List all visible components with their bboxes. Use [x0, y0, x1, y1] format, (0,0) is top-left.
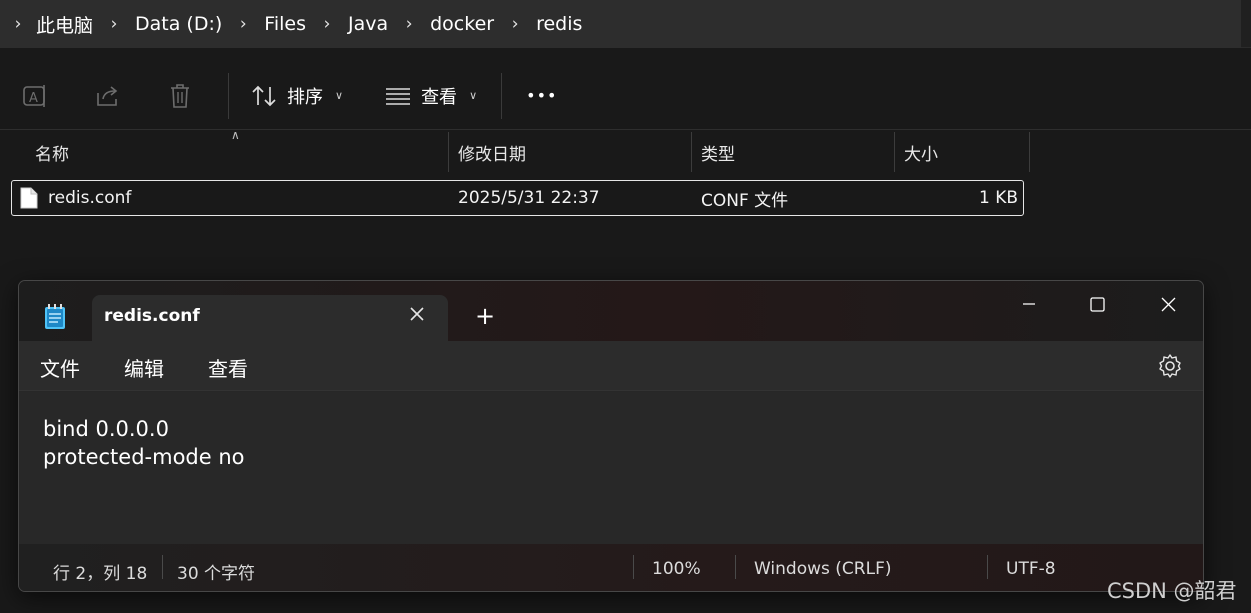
menu-bar: 文件 编辑 查看: [19, 341, 1203, 391]
column-header-row: ∧ 名称 修改日期 类型 大小: [0, 128, 1251, 172]
file-modified: 2025/5/31 22:37: [458, 188, 600, 208]
delete-icon: [171, 83, 189, 108]
sort-icon: [252, 85, 276, 106]
address-bar[interactable]: › 此电脑 › Data (D:) › Files › Java › docke…: [0, 0, 1241, 48]
column-header-type[interactable]: 类型: [701, 132, 891, 172]
gear-icon[interactable]: [1157, 353, 1183, 379]
svg-text:A: A: [29, 91, 38, 106]
file-name-cell: redis.conf: [20, 181, 131, 215]
column-header-size[interactable]: 大小: [904, 132, 1024, 172]
menu-file[interactable]: 文件: [40, 353, 80, 382]
status-divider: [633, 555, 634, 579]
column-header-label: 类型: [701, 144, 735, 165]
tab-title: redis.conf: [104, 306, 200, 326]
view-label: 查看: [421, 86, 458, 108]
chevron-down-icon: ∨: [469, 89, 478, 102]
menu-edit[interactable]: 编辑: [124, 353, 164, 382]
file-icon: [20, 187, 38, 209]
notepad-app-icon: [45, 304, 65, 329]
column-divider[interactable]: [691, 132, 692, 172]
column-header-name[interactable]: 名称: [35, 132, 445, 172]
command-bar: A 排序 ∨ 查看 ∨ •••: [0, 62, 1251, 130]
toolbar-divider: [501, 72, 503, 119]
file-name: redis.conf: [48, 188, 132, 208]
chevron-right-icon[interactable]: ›: [0, 14, 36, 34]
file-size: 1 KB: [978, 188, 1018, 208]
breadcrumb-item-data-drive[interactable]: Data (D:): [135, 13, 222, 35]
share-button[interactable]: [72, 62, 144, 130]
address-bar-region: › 此电脑 › Data (D:) › Files › Java › docke…: [0, 0, 1251, 48]
status-divider: [735, 555, 736, 579]
chevron-right-icon[interactable]: ›: [306, 14, 348, 34]
rename-button[interactable]: A: [0, 62, 72, 130]
column-header-label: 大小: [904, 144, 938, 165]
close-window-button[interactable]: [1146, 289, 1190, 319]
zoom-level[interactable]: 100%: [652, 559, 701, 579]
delete-button[interactable]: [144, 62, 216, 130]
cursor-position[interactable]: 行 2，列 18: [53, 559, 147, 584]
list-view-icon: [386, 87, 411, 105]
chevron-right-icon[interactable]: ›: [388, 14, 430, 34]
chevron-right-icon[interactable]: ›: [222, 14, 264, 34]
column-divider[interactable]: [1029, 132, 1030, 172]
file-type: CONF 文件: [701, 190, 789, 211]
tab-redis-conf[interactable]: redis.conf: [92, 295, 448, 341]
menu-view[interactable]: 查看: [208, 353, 248, 382]
breadcrumb-item-docker[interactable]: docker: [430, 13, 494, 35]
sort-button[interactable]: 排序 ∨: [241, 62, 353, 130]
share-icon: [97, 85, 118, 106]
rename-icon: A: [23, 84, 45, 107]
breadcrumb-item-redis[interactable]: redis: [536, 13, 582, 35]
sort-label: 排序: [287, 86, 323, 108]
maximize-icon: [1089, 296, 1105, 312]
close-tab-button[interactable]: [406, 303, 428, 325]
minimize-button[interactable]: [1007, 289, 1051, 319]
more-icon: •••: [526, 86, 558, 105]
maximize-button[interactable]: [1075, 289, 1119, 319]
notepad-window: redis.conf + 文件 编辑 查看 bind 0.0.0.0 prote…: [18, 280, 1204, 592]
editor-line: protected-mode no: [43, 445, 245, 469]
character-count: 30 个字符: [177, 564, 256, 584]
column-header-modified[interactable]: 修改日期: [458, 132, 688, 172]
text-editor[interactable]: bind 0.0.0.0 protected-mode no: [19, 392, 1203, 544]
chevron-down-icon: ∨: [335, 89, 344, 102]
new-tab-button[interactable]: +: [472, 303, 498, 329]
column-header-label: 修改日期: [458, 144, 526, 165]
column-divider[interactable]: [894, 132, 895, 172]
minimize-icon: [1023, 303, 1035, 305]
title-bar[interactable]: redis.conf +: [19, 281, 1203, 341]
close-icon: [410, 307, 424, 321]
watermark: CSDN @韶君: [1107, 579, 1237, 603]
status-divider: [162, 555, 163, 579]
breadcrumb-item-files[interactable]: Files: [264, 13, 306, 35]
column-divider[interactable]: [448, 132, 449, 172]
close-icon: [1161, 297, 1175, 311]
file-row[interactable]: redis.conf 2025/5/31 22:37 CONF 文件 1 KB: [11, 180, 1024, 216]
toolbar-divider: [228, 72, 229, 119]
breadcrumb-item-this-pc[interactable]: 此电脑: [36, 11, 93, 38]
line-ending[interactable]: Windows (CRLF): [754, 559, 892, 579]
column-header-label: 名称: [35, 144, 69, 165]
more-options-button[interactable]: •••: [514, 62, 567, 130]
chevron-right-icon[interactable]: ›: [494, 14, 536, 34]
breadcrumb-item-java[interactable]: Java: [348, 13, 388, 35]
encoding[interactable]: UTF-8: [1006, 559, 1056, 579]
chevron-right-icon[interactable]: ›: [93, 14, 135, 34]
status-divider: [987, 555, 988, 579]
editor-line: bind 0.0.0.0: [43, 417, 169, 441]
view-button[interactable]: 查看 ∨: [375, 62, 487, 130]
status-bar: 行 2，列 18 30 个字符 100% Windows (CRLF) UTF-…: [19, 544, 1203, 591]
